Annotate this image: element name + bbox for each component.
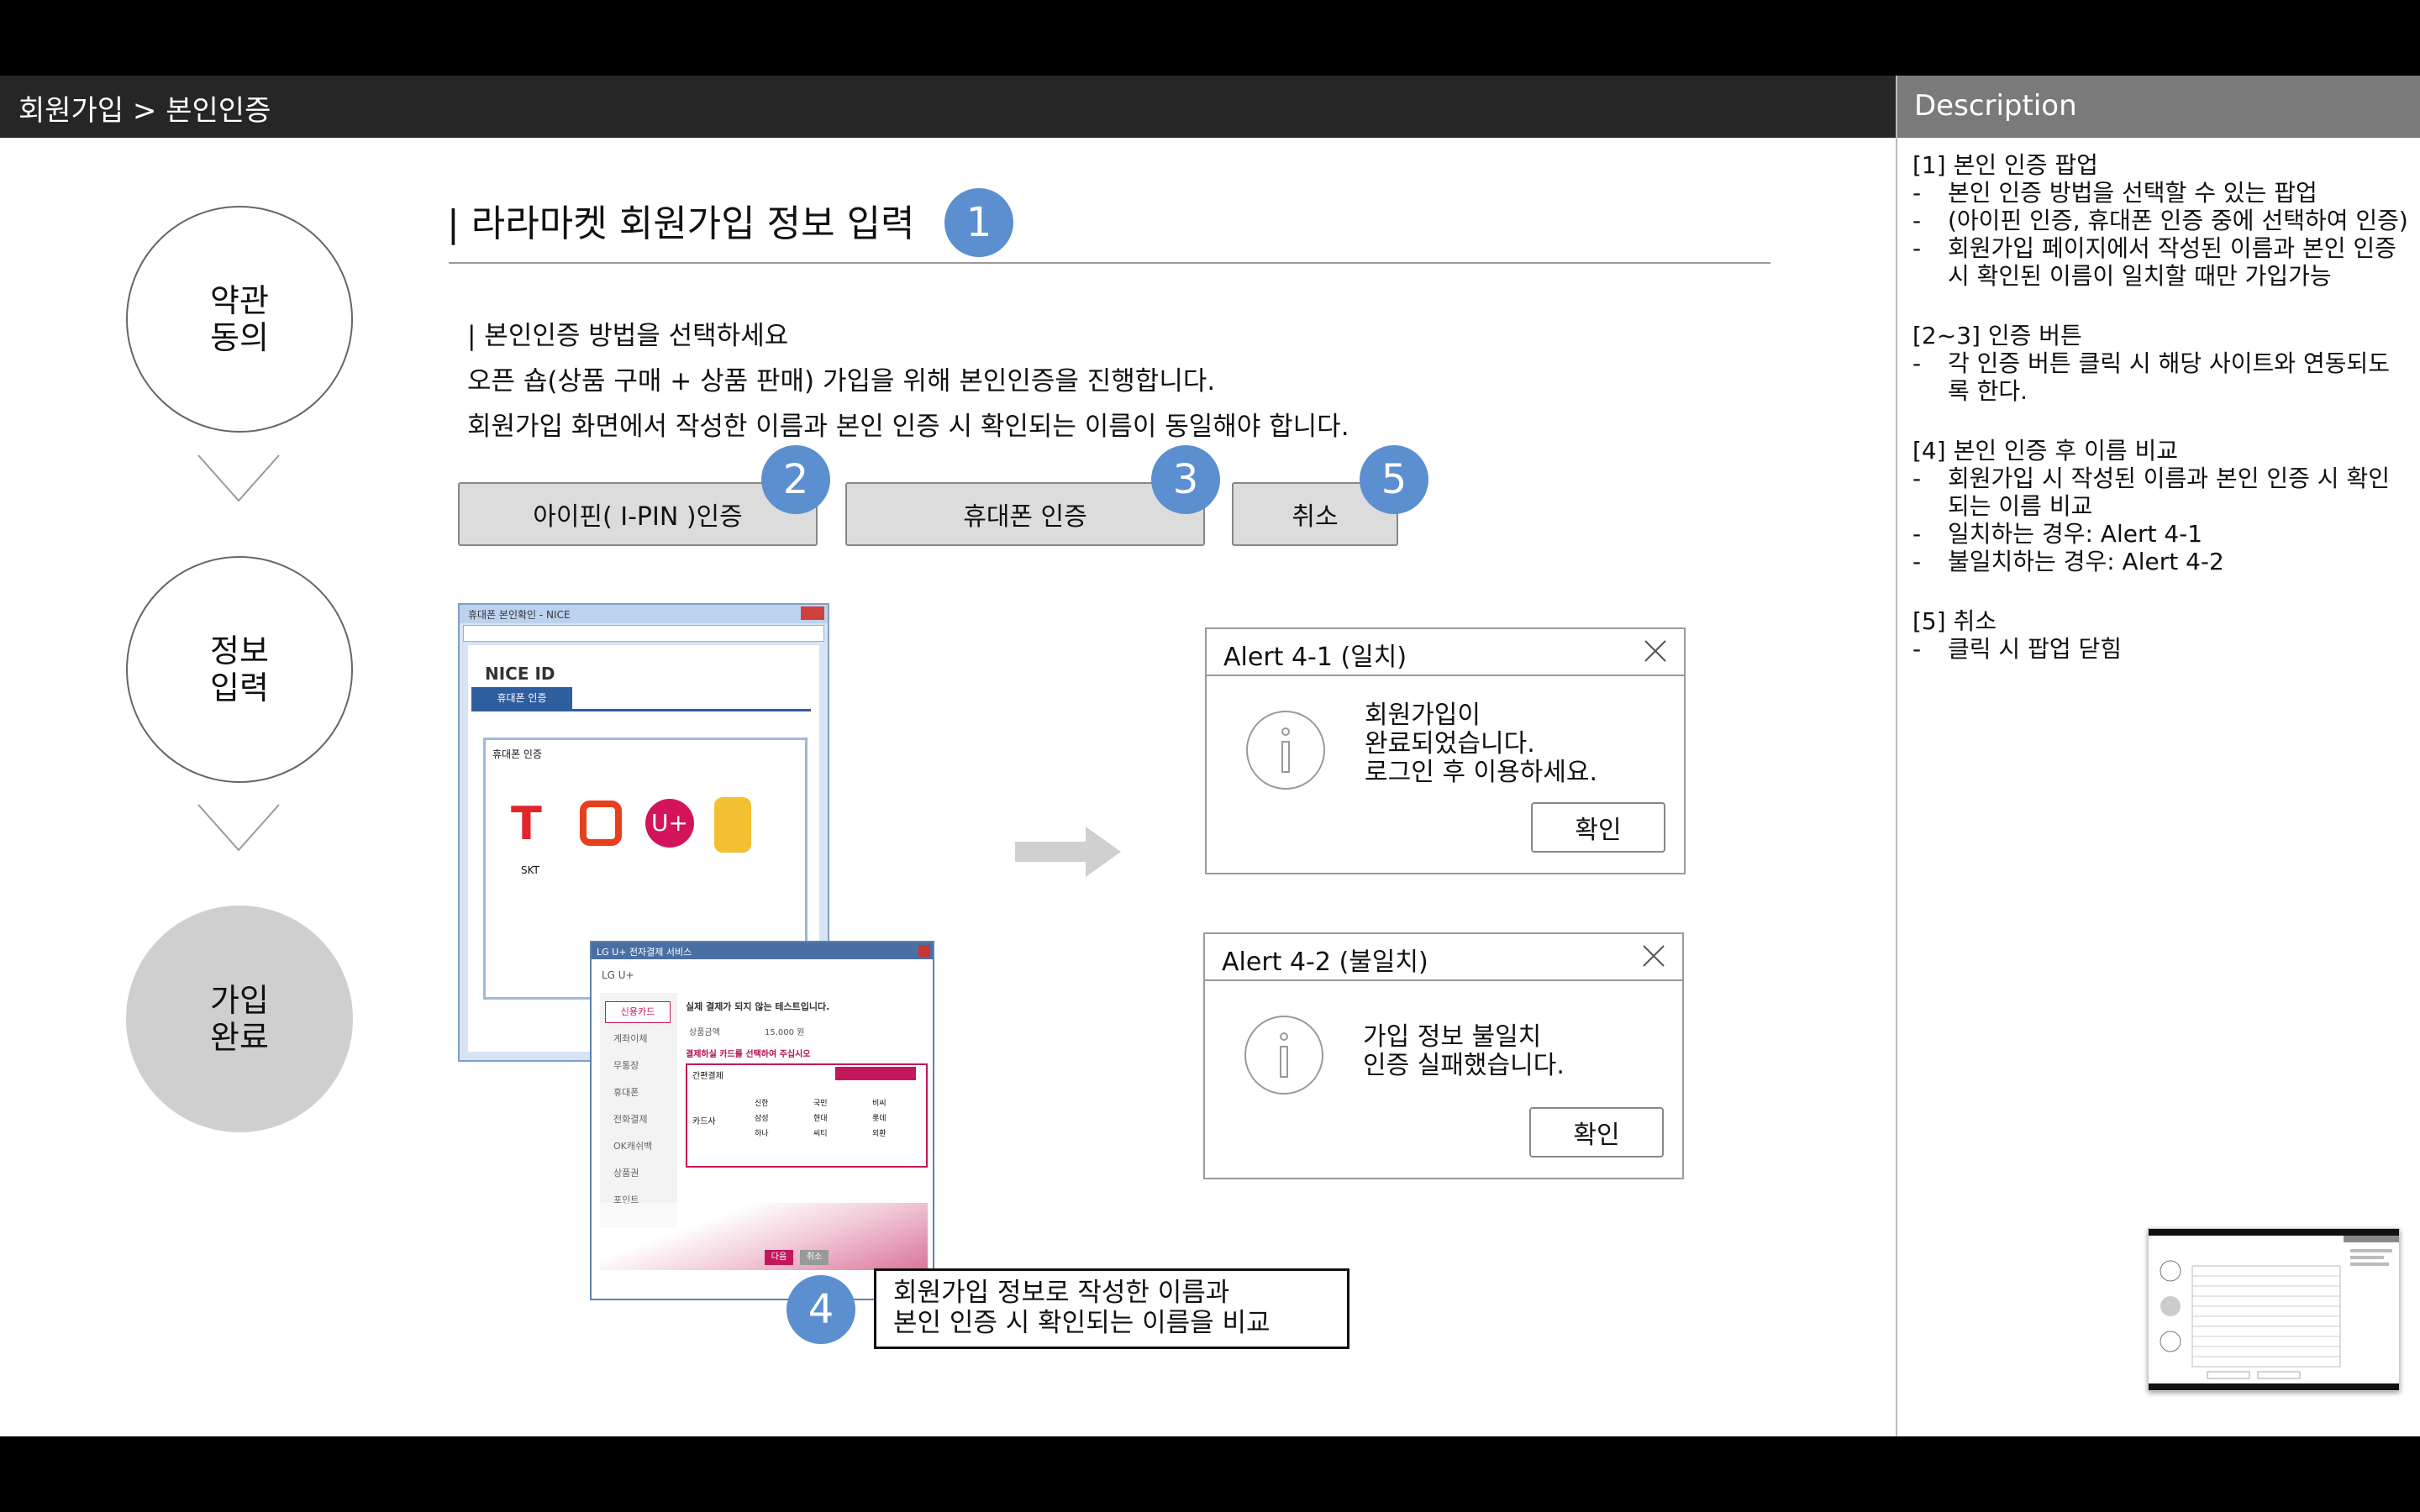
list-item: - (아이핀 인증, 휴대폰 인증 중에 선택하여 인증) [1912, 207, 2408, 234]
confirm-button[interactable]: 확인 [1529, 1107, 1664, 1158]
badge-4: 4 [786, 1275, 855, 1344]
card-option: 비씨 [872, 1100, 886, 1108]
chevron-down-icon [197, 454, 280, 502]
alert-mismatch: Alert 4-2 (불일치) 가입 정보 불일치 인증 실패했습니다. 확인 [1203, 932, 1684, 1179]
alert-match: Alert 4-1 (일치) 회원가입이 완료되었습니다. 로그인 후 이용하세… [1205, 627, 1686, 874]
section-heading: [2~3] 인증 버튼 [1912, 322, 2082, 349]
nice-window-title: 휴대폰 본인확인 - NICE [468, 609, 571, 621]
card-option: 현대 [813, 1115, 828, 1123]
info-icon [1244, 1016, 1323, 1095]
carrier-label: SKT [521, 864, 539, 876]
right-arrow-icon [1015, 827, 1121, 877]
description-panel: Description [1] 본인 인증 팝업 - 본인 인증 방법을 선택할 … [1896, 76, 2420, 1436]
lgu-heading: 실제 결제가 되지 않는 테스트입니다. [686, 1001, 830, 1012]
storyboard-page: 회원가입 > 본인인증 Description [1] 본인 인증 팝업 - 본인… [0, 76, 2420, 1436]
name-match-text: 회원가입 화면에서 작성한 이름과 본인 인증 시 확인되는 이름이 동일해야 … [467, 412, 1349, 442]
lgu-payment-popup-screenshot: LG U+ 전자결제 서비스 LG U+ 신용카드 계좌이체 무통장 휴대폰 전… [590, 941, 934, 1300]
card-option: 삼성 [755, 1115, 769, 1123]
lgu-menu-item: 무통장 [613, 1060, 639, 1071]
description-section-3: [4] 본인 인증 후 이름 비교 - 회원가입 시 작성된 이름과 본인 인증 … [1912, 437, 2408, 575]
close-icon[interactable] [1642, 944, 1665, 968]
alert-header: Alert 4-2 (불일치) [1205, 934, 1682, 981]
alert-header: Alert 4-1 (일치) [1207, 629, 1684, 676]
chevron-down-icon [197, 804, 280, 852]
confirm-button[interactable]: 확인 [1531, 802, 1665, 853]
list-item: - 불일치하는 경우: Alert 4-2 [1912, 548, 2224, 575]
step-signup-complete: 가입 완료 [126, 906, 353, 1132]
list-item: - 본인 인증 방법을 선택할 수 있는 팝업 [1912, 179, 2317, 207]
description-header: Description [1897, 76, 2420, 138]
alert-title: Alert 4-2 (불일치) [1222, 948, 1428, 977]
section-heading: [4] 본인 인증 후 이름 비교 [1912, 437, 2179, 465]
card-option: 국민 [813, 1100, 828, 1108]
list-item: - 회원가입 시 작성된 이름과 본인 인증 시 확인되는 이름 비교 [1912, 465, 2390, 520]
lgu-window-title: LG U+ 전자결제 서비스 [597, 947, 692, 958]
description-section-1: [1] 본인 인증 팝업 - 본인 인증 방법을 선택할 수 있는 팝업 - (아이… [1912, 151, 2408, 290]
nice-tab: 휴대폰 인증 [471, 687, 572, 709]
card-option: 신한 [755, 1100, 769, 1108]
alert-message: 가입 정보 불일치 인증 실패했습니다. [1363, 1022, 1565, 1080]
description-body: [1] 본인 인증 팝업 - 본인 인증 방법을 선택할 수 있는 팝업 - (아이… [1912, 151, 2408, 695]
lgu-menu-item: 계좌이체 [613, 1033, 648, 1044]
list-item: - 일치하는 경우: Alert 4-1 [1912, 520, 2203, 548]
section-heading: [5] 취소 [1912, 607, 1997, 635]
close-icon [918, 945, 930, 957]
phone-auth-button[interactable]: 휴대폰 인증 [845, 482, 1205, 546]
alert-title: Alert 4-1 (일치) [1223, 643, 1407, 672]
card-option: 롯데 [872, 1115, 886, 1123]
carrier-lgu-icon: U+ [645, 799, 694, 848]
description-section-4: [5] 취소 - 클릭 시 팝업 닫힘 [1912, 607, 2408, 663]
name-compare-note: 회원가입 정보로 작성한 이름과 본인 인증 시 확인되는 이름을 비교 [874, 1268, 1349, 1349]
title-divider [449, 262, 1770, 264]
section-subheading: | 본인인증 방법을 선택하세요 [467, 321, 789, 351]
breadcrumb: 회원가입 > 본인인증 [18, 94, 271, 128]
close-icon [801, 606, 824, 620]
carrier-mvno-icon [714, 797, 751, 853]
lgu-menu-item: OK캐쉬백 [613, 1141, 653, 1152]
lgu-cancel-button: 취소 [800, 1250, 829, 1265]
card-option: 하나 [755, 1130, 769, 1138]
description-section-2: [2~3] 인증 버튼 -각 인증 버튼 클릭 시 해당 사이트와 연동되도록 … [1912, 322, 2408, 405]
alert-message: 회원가입이 완료되었습니다. 로그인 후 이용하세요. [1365, 701, 1598, 787]
lgu-next-button: 다음 [765, 1250, 793, 1265]
lgu-brand: LG U+ [602, 969, 634, 981]
list-item: - 회원가입 페이지에서 작성된 이름과 본인 인증 시 확인된 이름이 일치할 … [1912, 234, 2396, 290]
carrier-kt-icon [580, 801, 622, 846]
badge-1: 1 [944, 188, 1013, 257]
badge-2: 2 [761, 445, 830, 514]
nice-notice: 휴대폰 인증 [492, 748, 543, 760]
lgu-menu-item: 상품권 [613, 1168, 639, 1179]
page-thumbnail[interactable] [2148, 1228, 2400, 1391]
step-terms-agreement: 약관 동의 [126, 206, 353, 433]
step-info-input: 정보 입력 [126, 556, 353, 783]
lgu-card-label: 카드사 [692, 1117, 716, 1126]
section-heading: [1] 본인 인증 팝업 [1912, 151, 2098, 179]
nice-logo: NICE ID [485, 664, 555, 684]
lgu-amount-label: 상품금액 [689, 1028, 720, 1037]
description-title: Description [1914, 89, 2077, 123]
lgu-menu-item: 신용카드 [605, 1001, 671, 1023]
thumbnail-graphic [2149, 1229, 2399, 1390]
list-item: - 클릭 시 팝업 닫힘 [1912, 635, 2123, 663]
lgu-select-label: 결제하실 카드를 선택하여 주십시오 [686, 1050, 811, 1059]
card-option: 외환 [872, 1130, 886, 1138]
card-option: 씨티 [813, 1130, 828, 1138]
carrier-skt-icon: T [511, 797, 542, 850]
close-icon[interactable] [1644, 639, 1667, 663]
intro-text: 오픈 숍(상품 구매 + 상품 판매) 가입을 위해 본인인증을 진행합니다. [467, 366, 1216, 396]
list-item: -각 인증 버튼 클릭 시 해당 사이트와 연동되도록 한다. [1912, 349, 2390, 405]
lgu-pay-type: 간편결제 [692, 1072, 723, 1081]
lgu-menu-item: 휴대폰 [613, 1087, 639, 1098]
badge-5: 5 [1360, 445, 1428, 514]
page-title: | 라라마켓 회원가입 정보 입력 [447, 202, 915, 245]
info-icon [1246, 711, 1325, 790]
top-bar: 회원가입 > 본인인증 [0, 76, 1896, 138]
badge-3: 3 [1151, 445, 1220, 514]
lgu-amount: 15,000 원 [765, 1028, 805, 1037]
lgu-menu-item: 전화결제 [613, 1114, 648, 1125]
